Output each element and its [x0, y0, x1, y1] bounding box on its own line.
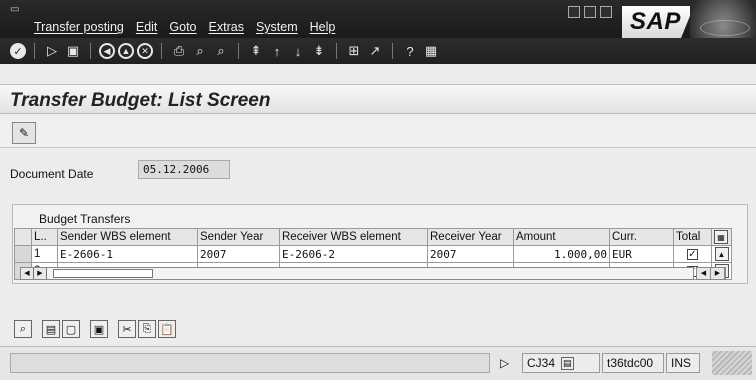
- back-icon[interactable]: ◀: [99, 43, 115, 59]
- menu-goto[interactable]: Goto: [169, 20, 196, 34]
- scroll-up-icon[interactable]: ▲: [714, 247, 729, 261]
- window-controls: [568, 6, 612, 18]
- column-header-total[interactable]: Total: [673, 228, 712, 246]
- next-page-icon[interactable]: ↓: [289, 42, 307, 60]
- scroll-right-icon[interactable]: ▶: [34, 268, 47, 279]
- column-header-sender-wbs[interactable]: Sender WBS element: [57, 228, 198, 246]
- column-header-receiver-wbs[interactable]: Receiver WBS element: [279, 228, 428, 246]
- cell-total[interactable]: ✓: [673, 245, 712, 263]
- maximize-button[interactable]: [584, 6, 596, 18]
- column-header-l[interactable]: L..: [31, 228, 58, 246]
- table-settings-icon[interactable]: ▦: [714, 230, 728, 244]
- select-block-icon[interactable]: ▤: [42, 320, 60, 338]
- display-change-button[interactable]: ✎: [12, 122, 36, 144]
- shortcut-icon[interactable]: ↗: [366, 42, 384, 60]
- document-date-label: Document Date: [10, 167, 94, 181]
- cell-receiver-wbs[interactable]: E-2606-2: [279, 245, 428, 263]
- column-header-sender-year[interactable]: Sender Year: [197, 228, 280, 246]
- print-icon[interactable]: ⎙: [170, 42, 188, 60]
- cell-sender-wbs[interactable]: E-2606-1: [57, 245, 198, 263]
- cell-receiver-year[interactable]: 2007: [427, 245, 514, 263]
- table-title: Budget Transfers: [39, 212, 131, 226]
- display-change-icon: ✎: [18, 126, 30, 140]
- toolbar-separator: [336, 43, 337, 59]
- screen-title-bar: Transfer Budget: List Screen: [0, 84, 756, 114]
- vscroll-up-cell[interactable]: ▲: [711, 245, 732, 263]
- total-checkbox[interactable]: ✓: [687, 249, 698, 260]
- menu-help[interactable]: Help: [310, 20, 336, 34]
- status-resize-grip[interactable]: [712, 351, 752, 375]
- save-icon[interactable]: ▣: [64, 42, 82, 60]
- cell-sender-year[interactable]: 2007: [197, 245, 280, 263]
- table-toolbar: ⌕ ▤ ▢ ▣ ✂ ⎘ 📋: [14, 320, 176, 338]
- toolbar-separator: [392, 43, 393, 59]
- menu-edit[interactable]: Edit: [136, 20, 158, 34]
- find-icon[interactable]: ⌕: [191, 42, 209, 60]
- table-row: 1 E-2606-1 2007 E-2606-2 2007 1.000,00 E…: [14, 245, 732, 263]
- enter-icon[interactable]: ✓: [10, 43, 26, 59]
- column-scroll-left-icon[interactable]: ◀: [697, 268, 711, 279]
- copy-icon[interactable]: ⎘: [138, 320, 156, 338]
- paste-icon[interactable]: 📋: [158, 320, 176, 338]
- menu-system[interactable]: System: [256, 20, 298, 34]
- status-dropdown-icon[interactable]: ▤: [561, 356, 574, 370]
- column-header-receiver-year[interactable]: Receiver Year: [427, 228, 514, 246]
- menu-transfer-posting[interactable]: Transfer posting: [34, 20, 124, 34]
- layout-icon[interactable]: ▦: [422, 42, 440, 60]
- scroll-thumb[interactable]: [53, 269, 153, 278]
- find-next-icon[interactable]: ⌕: [212, 42, 230, 60]
- row-selector[interactable]: [14, 245, 32, 263]
- transaction-code: CJ34: [527, 356, 556, 370]
- window-menu-icon[interactable]: ▭: [10, 4, 22, 16]
- status-system: t36tdc00: [602, 353, 664, 373]
- save-layout-icon[interactable]: ▣: [90, 320, 108, 338]
- status-message-field: [10, 353, 490, 373]
- status-bar: ▷ CJ34 ▤ t36tdc00 INS: [0, 346, 756, 380]
- document-date-field[interactable]: 05.12.2006: [138, 160, 230, 179]
- toolbar-separator: [90, 43, 91, 59]
- prev-page-icon[interactable]: ↑: [268, 42, 286, 60]
- toolbar-separator: [34, 43, 35, 59]
- menu-extras[interactable]: Extras: [209, 20, 244, 34]
- table-settings-cell[interactable]: ▦: [711, 228, 732, 246]
- status-mode[interactable]: INS: [666, 353, 700, 373]
- scroll-left-icon[interactable]: ◀: [21, 268, 34, 279]
- exit-icon[interactable]: ▲: [118, 43, 134, 59]
- cut-icon[interactable]: ✂: [118, 320, 136, 338]
- back-nav-icon[interactable]: ▷: [43, 42, 61, 60]
- cancel-icon[interactable]: ✕: [137, 43, 153, 59]
- sap-logo: SAP: [622, 6, 694, 38]
- minimize-button[interactable]: [568, 6, 580, 18]
- details-icon[interactable]: ⌕: [14, 320, 32, 338]
- column-scroll-right-icon[interactable]: ▶: [711, 268, 725, 279]
- toolbar-separator: [238, 43, 239, 59]
- column-scroll[interactable]: ◀ ▶: [696, 267, 726, 280]
- first-page-icon[interactable]: ⇞: [247, 42, 265, 60]
- status-expand-icon[interactable]: ▷: [496, 353, 520, 373]
- cell-amount[interactable]: 1.000,00: [513, 245, 610, 263]
- sap-logo-text: SAP: [630, 8, 681, 35]
- application-toolbar: ✎: [0, 116, 756, 148]
- toolbar-separator: [161, 43, 162, 59]
- create-session-icon[interactable]: ⊞: [345, 42, 363, 60]
- sap-window: ▭ Transfer posting Edit Goto Extras Syst…: [0, 0, 756, 380]
- column-header-amount[interactable]: Amount: [513, 228, 610, 246]
- close-button[interactable]: [600, 6, 612, 18]
- standard-toolbar: ✓ ▷ ▣ ◀ ▲ ✕ ⎙ ⌕ ⌕ ⇞ ↑ ↓ ⇟ ⊞ ↗ ? ▦: [0, 38, 756, 64]
- menu-bar: ▭ Transfer posting Edit Goto Extras Syst…: [0, 0, 756, 38]
- deselect-icon[interactable]: ▢: [62, 320, 80, 338]
- help-icon[interactable]: ?: [401, 42, 419, 60]
- column-header-curr[interactable]: Curr.: [609, 228, 674, 246]
- cell-l: 1: [31, 245, 58, 263]
- menu-items: Transfer posting Edit Goto Extras System…: [34, 20, 335, 34]
- last-page-icon[interactable]: ⇟: [310, 42, 328, 60]
- table-header-row: L.. Sender WBS element Sender Year Recei…: [14, 228, 732, 246]
- horizontal-scrollbar[interactable]: ◀ ▶: [20, 267, 694, 280]
- page-title: Transfer Budget: List Screen: [10, 90, 271, 111]
- select-all-cell[interactable]: [14, 228, 32, 246]
- status-transaction[interactable]: CJ34 ▤: [522, 353, 600, 373]
- cell-curr[interactable]: EUR: [609, 245, 674, 263]
